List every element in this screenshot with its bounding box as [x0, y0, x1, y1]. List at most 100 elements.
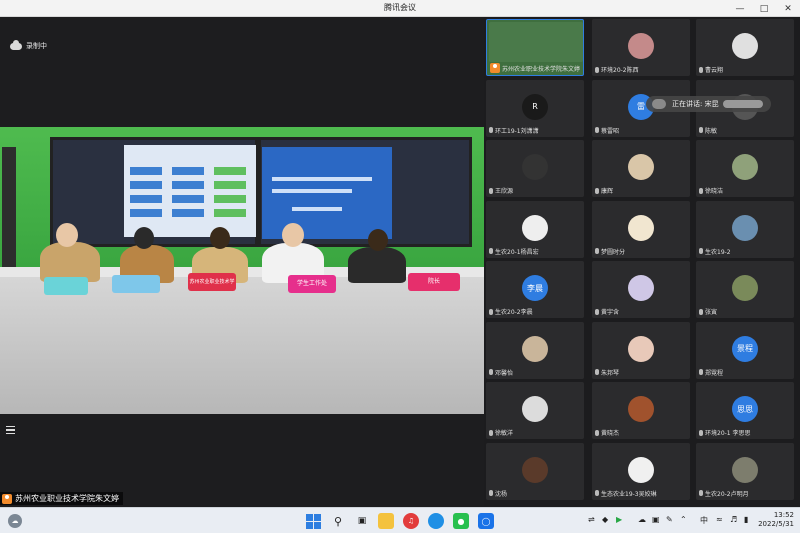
participant-tile[interactable]: 张寅	[696, 261, 794, 318]
file-explorer-icon[interactable]	[378, 513, 394, 529]
participant-tile[interactable]: 思思 环境20-1 李思思	[696, 382, 794, 439]
speaking-indicator: 正在讲话: 宋昆	[646, 96, 771, 112]
speaker-avatar	[652, 99, 666, 109]
wifi-icon[interactable]: ≈	[716, 515, 723, 524]
video-head-3	[210, 227, 230, 249]
participant-tile[interactable]: 生农19-2	[696, 200, 794, 258]
participant-tile[interactable]: 徐敏洋	[486, 382, 584, 439]
participant-name: 生农20-2李晨	[495, 309, 533, 316]
table-sign-2	[112, 275, 160, 293]
participant-avatar	[522, 396, 548, 422]
table-sign-3: 苏州农业职业技术学院	[188, 273, 236, 291]
main-stage: 录制中 苏州农业职业技术学 学生工作处 院长 苏州农业职业技术学院朱文婷	[0, 17, 484, 506]
participant-name: 康辉	[601, 188, 614, 195]
participants-list-button[interactable]	[2, 421, 20, 439]
recording-indicator[interactable]: 录制中	[10, 39, 47, 51]
participant-label: 曹云翔	[699, 65, 723, 74]
tray-icon-2[interactable]: ◆	[602, 515, 608, 524]
participant-name: 环境20-1 李思思	[705, 430, 751, 437]
mic-muted-icon	[489, 308, 493, 315]
participant-tile[interactable]: 黄宇含	[592, 261, 690, 318]
search-icon[interactable]: ⚲	[330, 513, 346, 529]
cloud-tray-icon[interactable]: ☁	[638, 515, 646, 524]
start-icon[interactable]	[305, 513, 321, 529]
participant-tile[interactable]: R 环工19-1刘潇潇	[486, 79, 584, 137]
participant-avatar	[522, 154, 548, 180]
video-head-1	[56, 223, 78, 247]
participant-tile[interactable]: 梦圆时分	[592, 200, 690, 258]
participant-name: 徐敏洋	[495, 430, 514, 437]
close-button[interactable]: ✕	[776, 0, 800, 17]
windows-taskbar: ☁ ⚲ ▣ ♫ ● ◯ ⇌ ◆ ▶ ☁ ▣ ✎ ⌃ 中 ≈ ♬ ▮ 13:52 …	[0, 507, 800, 533]
participant-label: 徐晓洁	[699, 186, 723, 195]
participant-avatar	[628, 33, 654, 59]
tray-icon-6[interactable]: ✎	[666, 515, 673, 524]
participant-tile[interactable]: 苏州农业职业技术学院朱文婷	[486, 19, 584, 76]
participant-label: 梦圆时分	[595, 247, 625, 256]
participant-label: 苏州农业职业技术学院朱文婷	[490, 63, 580, 73]
participant-name: 王欣源	[495, 188, 514, 195]
participant-label: 沈杨	[489, 489, 507, 498]
participant-name: 环工19-1刘潇潇	[495, 127, 539, 135]
participant-avatar	[732, 456, 758, 483]
participant-tile[interactable]: 生态农业19-3吴姣琳	[592, 442, 690, 500]
participant-tile[interactable]: 生农20-2卢明月	[696, 442, 794, 500]
participant-name: 黄宇含	[601, 309, 620, 316]
participant-tile[interactable]: 景程 郑霓程	[696, 321, 794, 379]
participant-label: 生农20-2李晨	[489, 307, 533, 316]
mic-muted-icon	[489, 369, 493, 375]
participant-tile[interactable]: 邓馨怡	[486, 321, 584, 379]
table-sign-5: 院长	[408, 273, 460, 291]
participant-tile[interactable]: 生农20-1杨昌宏	[486, 200, 584, 258]
wechat-icon[interactable]: ●	[453, 513, 469, 529]
participant-tile[interactable]: 李晨生农20-2李晨	[486, 261, 584, 318]
participant-name: 生农20-2卢明月	[705, 490, 749, 498]
tray-icon-1[interactable]: ⇌	[588, 515, 595, 524]
mic-muted-icon	[489, 490, 493, 496]
participant-tile[interactable]: 沈杨	[486, 442, 584, 500]
participant-avatar	[522, 214, 548, 241]
minimize-button[interactable]: —	[728, 0, 752, 17]
participant-name: 黄晓杰	[601, 430, 620, 437]
netease-music-icon[interactable]: ♫	[403, 513, 419, 529]
battery-icon[interactable]: ▮	[744, 515, 748, 524]
participant-tile[interactable]: 朱邦琴	[592, 321, 690, 379]
participant-avatar	[732, 214, 758, 241]
user-icon	[2, 493, 12, 504]
mic-muted-icon	[699, 490, 703, 496]
volume-icon[interactable]: ♬	[730, 515, 737, 524]
edge-icon[interactable]	[428, 513, 444, 529]
tray-icon-3[interactable]: ▶	[616, 515, 622, 524]
language-indicator[interactable]: 中	[700, 515, 708, 526]
participant-tile[interactable]: 王欣源	[486, 140, 584, 197]
participant-tile[interactable]: 康辉	[592, 140, 690, 197]
participant-avatar	[628, 214, 654, 241]
title-bar: 腾讯会议 — □ ✕	[0, 0, 800, 17]
main-video[interactable]: 苏州农业职业技术学院 学生工作处 院长	[0, 127, 484, 414]
participant-avatar: 李晨	[522, 275, 548, 301]
participant-tile[interactable]: 徐晓洁	[696, 140, 794, 197]
mic-muted-icon	[595, 248, 599, 254]
weather-icon[interactable]: ☁	[8, 514, 22, 528]
participant-tile[interactable]: 黄晓杰	[592, 382, 690, 439]
presenter-name: 苏州农业职业技术学院朱文婷	[15, 494, 119, 503]
participant-name: 沈杨	[495, 490, 508, 498]
mic-muted-icon	[489, 248, 493, 254]
participant-tile[interactable]: 环境20-2陈西	[592, 19, 690, 76]
participant-label: 黄宇含	[595, 307, 619, 316]
speaker-blur	[722, 100, 763, 108]
chevron-up-icon[interactable]: ⌃	[680, 515, 687, 524]
participant-label: 朱邦琴	[595, 368, 619, 377]
task-view-icon[interactable]: ▣	[354, 513, 370, 529]
tencent-meeting-icon[interactable]: ◯	[478, 513, 494, 529]
participant-label: 环境20-2陈西	[595, 65, 639, 74]
participant-avatar: R	[522, 93, 548, 120]
participant-avatar	[628, 275, 654, 301]
tray-icon-5[interactable]: ▣	[652, 515, 660, 524]
mic-muted-icon	[699, 308, 703, 315]
clock[interactable]: 13:52 2022/5/31	[758, 511, 794, 529]
participant-grid: 苏州农业职业技术学院朱文婷 环境20-2陈西 曹云翔 R 环工19-1刘潇潇雷蔡雷昭 陈敏…	[486, 19, 800, 505]
participant-tile[interactable]: 曹云翔	[696, 19, 794, 76]
maximize-button[interactable]: □	[752, 0, 776, 17]
cloud-icon	[10, 39, 22, 50]
